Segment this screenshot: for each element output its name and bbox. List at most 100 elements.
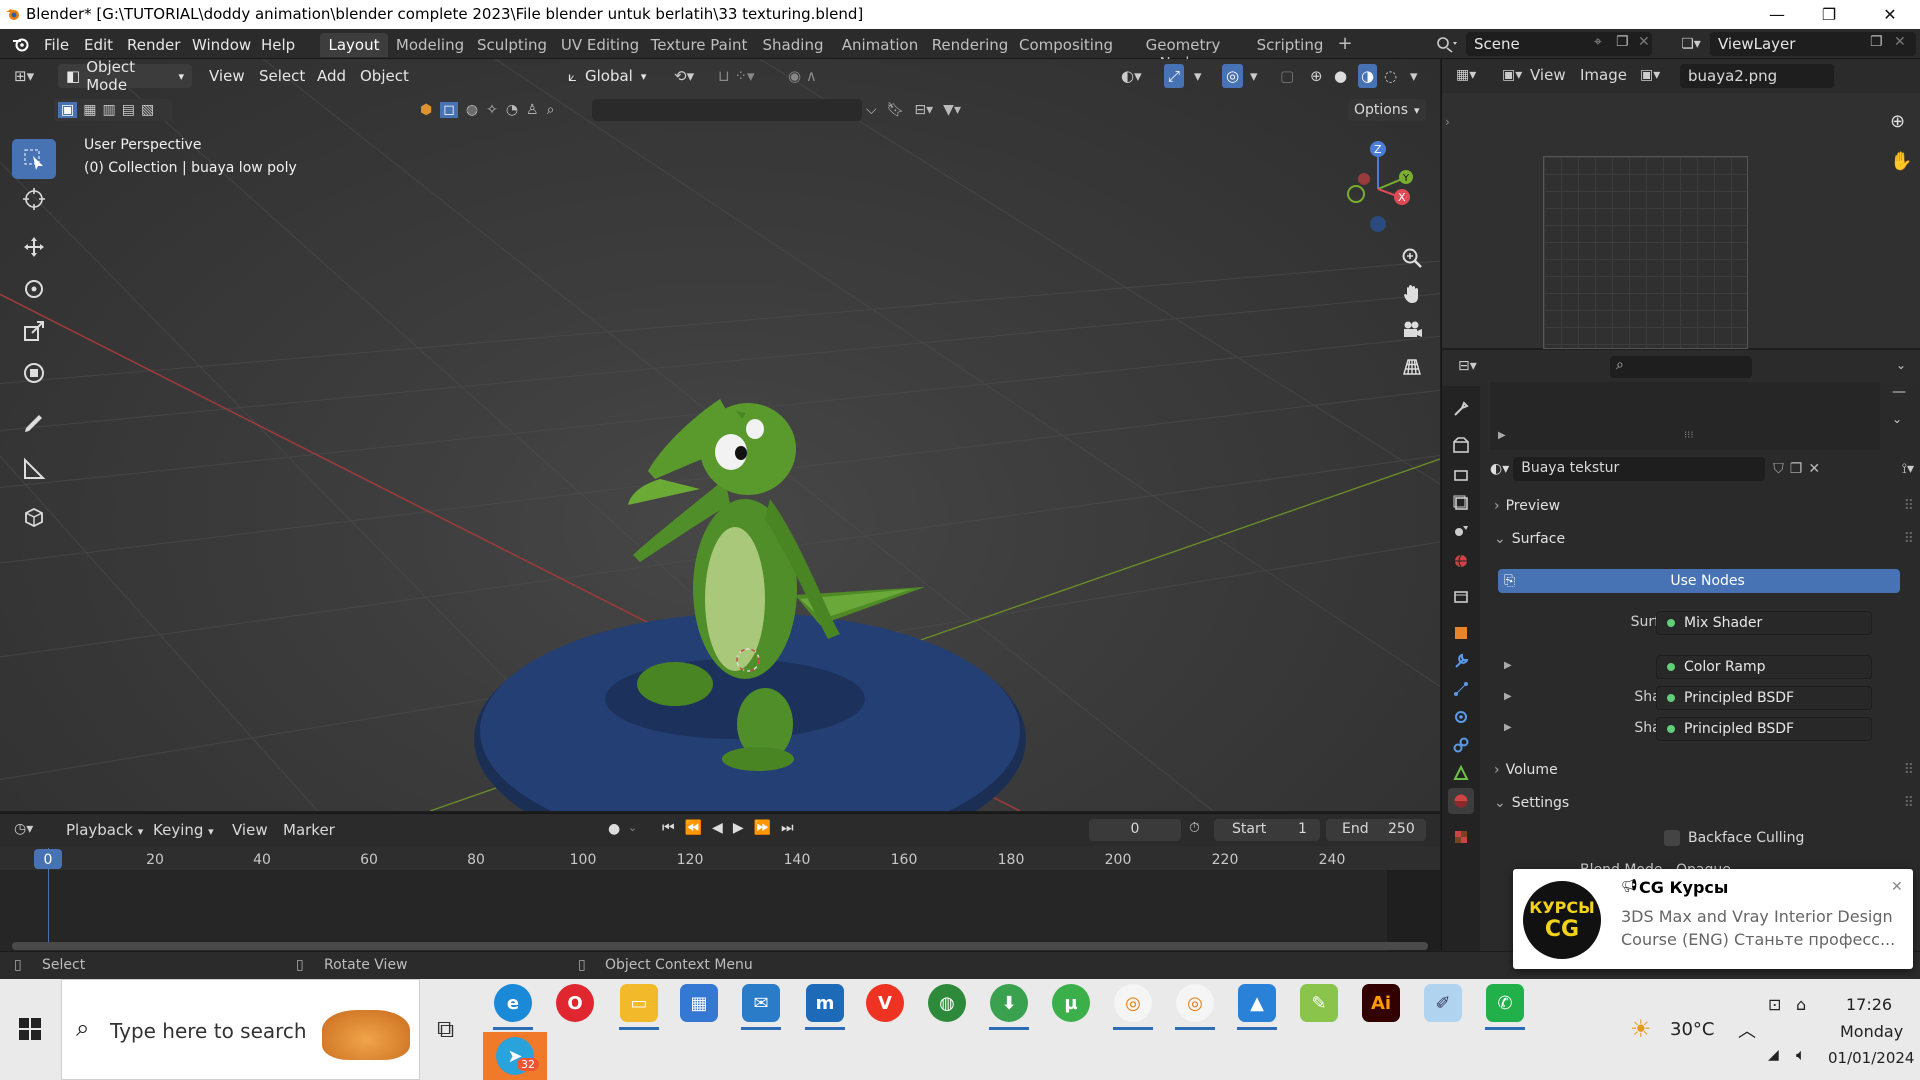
select-extend-icon[interactable]: ▦ (83, 102, 96, 118)
object-filter-icon[interactable]: ⬢ (420, 102, 432, 118)
camera-view-icon[interactable] (1395, 313, 1429, 347)
image-editor[interactable]: ▦▾ ▣▾ View Image ▣▾ buaya2.png ⊕ ✋ › (1441, 59, 1920, 349)
edge-icon[interactable]: e (494, 984, 532, 1022)
annotate-tool-icon[interactable] (12, 403, 56, 443)
curve-filter-icon[interactable]: ◍ (466, 102, 478, 118)
material-link-icon[interactable]: ⟟▾ (1902, 461, 1914, 477)
material-slot-list[interactable]: ▶ ⁝⁝⁝ (1490, 382, 1880, 450)
photos-icon[interactable]: ▲ (1238, 984, 1276, 1022)
shader-1-input-field[interactable]: Principled BSDF (1656, 686, 1872, 710)
visibility-icon[interactable]: ◐▾ (1121, 64, 1142, 88)
app-phone-icon[interactable]: ✆ (1486, 984, 1524, 1022)
blender-app-icon[interactable]: ◎ (1114, 984, 1152, 1022)
collapse-icon[interactable]: ⌵ (866, 102, 877, 118)
tab-layout[interactable]: Layout (320, 33, 388, 57)
menu-add[interactable]: Add (317, 64, 346, 88)
illustrator-icon[interactable]: Ai (1362, 984, 1400, 1022)
expand-fac-icon[interactable]: ▶ (1504, 660, 1512, 671)
remove-slot-button[interactable]: — (1892, 384, 1906, 400)
select-intersect-icon[interactable]: ▧ (141, 102, 154, 118)
file-explorer-icon[interactable]: ▭ (620, 984, 658, 1022)
chevron-down-icon[interactable]: ⌄ (1896, 358, 1906, 372)
bookmark-icon[interactable]: 🔖︎ (887, 102, 905, 118)
transform-orientation-dropdown[interactable]: ⟀ Global ▾ (568, 64, 646, 88)
menu-help[interactable]: Help (261, 36, 295, 54)
vivaldi-icon[interactable]: V (866, 984, 904, 1022)
menu-select[interactable]: Select (259, 64, 305, 88)
minimize-button[interactable]: — (1749, 0, 1805, 29)
unlink-material-icon[interactable]: ✕ (1808, 461, 1820, 477)
selection-mode-buttons[interactable]: ▣ ▦ ▥ ▤ ▧ (54, 99, 172, 121)
tab-geometry-nodes[interactable]: Geometry Nodes (1122, 33, 1244, 72)
delete-viewlayer-icon[interactable]: ✕ (1894, 34, 1906, 50)
pivot-icon[interactable]: ⟲▾ (674, 64, 694, 88)
new-viewlayer-icon[interactable]: ❐ (1870, 34, 1883, 50)
weather-temperature[interactable]: 30°C (1670, 1019, 1714, 1040)
app-tool-icon[interactable]: ✐ (1424, 984, 1462, 1022)
taskbar-search-box[interactable]: ⌕ Type here to search (61, 979, 420, 1080)
select-invert-icon[interactable]: ▤ (122, 102, 135, 118)
use-nodes-button[interactable]: ⎘ Use Nodes (1498, 569, 1900, 593)
material-preview-icon[interactable]: ◑ (1358, 64, 1378, 88)
image-name-field[interactable]: buaya2.png (1680, 64, 1834, 88)
view-layer-tab-icon[interactable] (1448, 490, 1474, 516)
resize-handle-icon[interactable]: ⁝⁝⁝ (1684, 430, 1694, 441)
constraints-tab-icon[interactable] (1448, 732, 1474, 758)
scene-selector[interactable]: Scene ⌖ ❐ ✕ (1466, 32, 1652, 56)
zoom-icon[interactable] (1395, 241, 1429, 275)
tab-uv-editing[interactable]: UV Editing (558, 33, 642, 57)
viewlayer-selector[interactable]: ViewLayer ❐ ✕ (1710, 32, 1916, 56)
tab-modeling[interactable]: Modeling (394, 33, 466, 57)
blender-menu-icon[interactable] (12, 36, 30, 52)
collection-tab-icon[interactable] (1448, 584, 1474, 610)
output-tab-icon[interactable] (1448, 462, 1474, 488)
expand-slot-icon[interactable]: ▶ (1498, 430, 1506, 441)
tab-texture-paint[interactable]: Texture Paint (650, 33, 748, 57)
texture-tab-icon[interactable] (1448, 824, 1474, 850)
tray-device-icon[interactable]: ⊡ (1768, 995, 1781, 1014)
material-name-field[interactable]: Buaya tekstur (1513, 457, 1766, 481)
drag-handle-icon[interactable]: ⠿ (1904, 762, 1914, 778)
surface-panel-header[interactable]: ⌄ Surface ⠿ (1490, 525, 1914, 553)
material-selector[interactable]: ◐▾ Buaya tekstur ⛉ ❐ ✕ ⟟▾ (1490, 456, 1914, 482)
menu-object[interactable]: Object (360, 64, 409, 88)
scale-tool-icon[interactable] (12, 311, 56, 351)
rendered-shading-icon[interactable]: ◌ (1384, 64, 1397, 88)
snap-icon[interactable]: ⊔ ⁘▾ (718, 64, 755, 88)
camera-filter-icon[interactable]: ◔ (506, 102, 518, 118)
particles-tab-icon[interactable] (1448, 676, 1474, 702)
tab-sculpting[interactable]: Sculpting (474, 33, 550, 57)
navigation-gizmo[interactable]: Z Y X (1330, 139, 1440, 249)
pan-hand-icon[interactable]: ✋ (1890, 151, 1912, 172)
pan-hand-icon[interactable] (1395, 277, 1429, 311)
shading-dropdown-icon[interactable]: ▾ (1410, 64, 1418, 88)
app-download-icon[interactable]: ⬇ (990, 984, 1028, 1022)
wireframe-shading-icon[interactable]: ⊕ (1310, 64, 1323, 88)
clock-time[interactable]: 17:26 (1846, 995, 1892, 1014)
world-tab-icon[interactable] (1448, 548, 1474, 574)
clock-date[interactable]: 01/01/2024 (1828, 1049, 1914, 1067)
viewport-filter-buttons[interactable]: ⌵ 🔖︎ ⊟▾ ▼▾ (866, 99, 996, 121)
new-scene-icon[interactable]: ❐ (1616, 34, 1629, 50)
opera-icon[interactable]: O (556, 984, 594, 1022)
settings-panel-header[interactable]: ⌄ Settings ⠿ (1490, 789, 1914, 817)
app-paint-icon[interactable]: ✎ (1300, 984, 1338, 1022)
gizmo-toggle-icon[interactable]: ⤢ (1164, 64, 1185, 88)
filter-icon[interactable]: ▼▾ (943, 102, 961, 118)
viewlayer-icon[interactable]: ❏▾ (1676, 35, 1706, 53)
scene-tab-icon[interactable] (1448, 518, 1474, 544)
app-m-icon[interactable]: m (806, 984, 844, 1022)
light-filter-icon[interactable]: ✧ (486, 102, 498, 118)
proportional-edit-icon[interactable]: ◉ ∧ (788, 64, 817, 88)
drag-handle-icon[interactable]: ⠿ (1904, 795, 1914, 811)
image-editor-type-icon[interactable]: ▦▾ (1456, 67, 1476, 83)
windows-start-icon[interactable] (18, 1017, 42, 1045)
expand-shader-2-icon[interactable]: ▶ (1504, 722, 1512, 733)
move-tool-icon[interactable] (12, 227, 56, 267)
shader-2-input-field[interactable]: Principled BSDF (1656, 717, 1872, 741)
tray-network-icon[interactable]: ⌂ (1796, 995, 1806, 1014)
gizmo-dropdown-icon[interactable]: ▾ (1194, 64, 1202, 88)
tool-tab-icon[interactable] (1448, 396, 1474, 422)
add-cube-tool-icon[interactable] (12, 497, 56, 537)
utorrent-icon[interactable]: µ (1052, 984, 1090, 1022)
